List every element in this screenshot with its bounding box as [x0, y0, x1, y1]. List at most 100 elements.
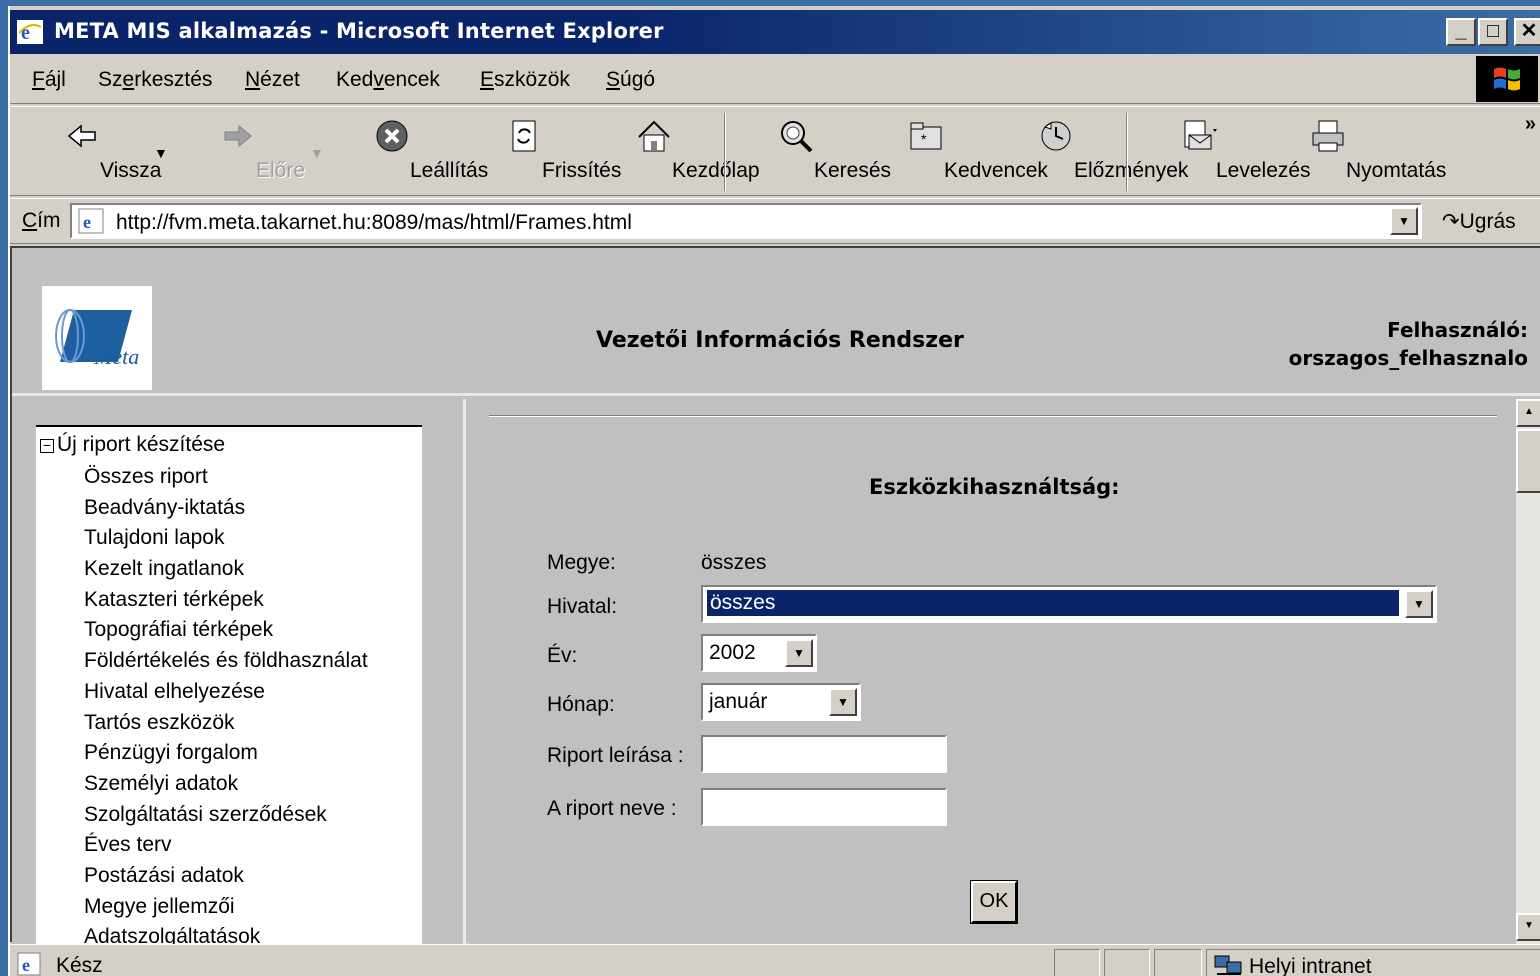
address-bar: Cím e http://fvm.meta.takarnet.hu:8089/m…: [10, 198, 1540, 244]
collapse-icon[interactable]: −: [40, 438, 54, 453]
stop-button[interactable]: Leállítás: [332, 111, 488, 182]
mail-button[interactable]: Levelezés: [1138, 111, 1311, 182]
toolbar-separator: [724, 113, 726, 191]
security-zone: Helyi intranet: [1206, 949, 1540, 976]
back-dropdown-icon[interactable]: ▼: [154, 145, 168, 161]
tree-item[interactable]: Adatszolgáltatások: [84, 923, 368, 945]
stop-icon: [376, 120, 408, 152]
tree-item[interactable]: Megye jellemzői: [84, 893, 368, 924]
address-dropdown-button[interactable]: ▼: [1390, 207, 1418, 235]
ie-page-icon: e: [78, 208, 104, 234]
tree-item[interactable]: Földértékelés és földhasználat: [84, 647, 368, 678]
month-label: Hónap:: [547, 693, 615, 716]
report-description-label: Riport leírása :: [547, 744, 684, 767]
year-dropdown-button[interactable]: ▼: [785, 639, 813, 667]
navigation-frame: − Új riport készítése Összes riport Beadvá…: [12, 399, 466, 945]
standard-toolbar: Vissza ▼ Előre ▼ Leállítás Frissítés Kez…: [10, 106, 1540, 196]
go-arrow-icon: ↷: [1442, 210, 1460, 233]
app-title: Vezetői Információs Rendszer: [596, 328, 964, 353]
favorites-folder-icon: *: [910, 122, 942, 150]
tree-item[interactable]: Személyi adatok: [84, 770, 368, 801]
year-select[interactable]: 2002 ▼: [701, 634, 817, 672]
svg-text:*: *: [921, 131, 927, 147]
tree-item[interactable]: Beadvány-iktatás: [84, 494, 368, 525]
address-input[interactable]: e http://fvm.meta.takarnet.hu:8089/mas/h…: [70, 203, 1422, 239]
status-pane: [1154, 949, 1202, 976]
toolbar-chevron[interactable]: »: [1525, 113, 1536, 136]
page-status-icon: e: [17, 952, 41, 976]
header-frame: Meta Vezetői Információs Rendszer Felhas…: [12, 248, 1540, 396]
search-button[interactable]: Keresés: [736, 111, 891, 182]
back-button[interactable]: Vissza: [22, 111, 161, 182]
report-tree: − Új riport készítése Összes riport Beadvá…: [36, 425, 422, 945]
svg-text:e: e: [22, 955, 30, 975]
report-list: Összes riport Beadvány-iktatás Tulajdoni l…: [84, 463, 368, 945]
tree-item[interactable]: Hivatal elhelyezése: [84, 678, 368, 709]
browser-window: e META MIS alkalmazás - Microsoft Intern…: [8, 6, 1540, 976]
ok-button[interactable]: OK: [970, 880, 1018, 924]
close-button[interactable]: ✕: [1514, 18, 1540, 46]
home-icon: [638, 120, 670, 152]
scroll-down-arrow-icon[interactable]: ▼: [1516, 913, 1540, 941]
status-text: Kész: [56, 954, 103, 976]
menu-file[interactable]: Fájl: [32, 68, 66, 92]
report-name-input[interactable]: [701, 788, 947, 826]
county-value: összes: [701, 551, 767, 574]
menu-help[interactable]: Súgó: [606, 68, 655, 92]
print-button[interactable]: Nyomtatás: [1268, 111, 1446, 182]
scroll-up-arrow-icon[interactable]: ▲: [1516, 399, 1540, 427]
report-description-input[interactable]: [701, 735, 947, 773]
tree-item[interactable]: Pénzügyi forgalom: [84, 739, 368, 770]
toolbar-separator: [1126, 113, 1128, 191]
user-name: orszagos_felhasznalo: [1288, 346, 1528, 370]
refresh-button[interactable]: Frissítés: [464, 111, 621, 182]
month-dropdown-button[interactable]: ▼: [829, 688, 857, 716]
tree-item[interactable]: Szolgáltatási szerződések: [84, 801, 368, 832]
history-button[interactable]: Előzmények: [996, 111, 1188, 182]
status-bar: e Kész Helyi intranet: [10, 944, 1540, 976]
tree-item[interactable]: Tartós eszközök: [84, 709, 368, 740]
svg-text:e: e: [83, 212, 91, 232]
printer-icon: [1312, 120, 1344, 152]
home-button[interactable]: Kezdőlap: [594, 111, 760, 182]
month-select[interactable]: január ▼: [701, 683, 861, 721]
tree-item[interactable]: Tulajdoni lapok: [84, 524, 368, 555]
divider: [489, 415, 1497, 417]
meta-logo: Meta: [42, 286, 152, 390]
office-select[interactable]: összes ▼: [701, 585, 1437, 623]
maximize-button[interactable]: □: [1478, 18, 1508, 46]
vertical-scrollbar[interactable]: ▲ ▼: [1516, 399, 1540, 944]
forward-button[interactable]: Előre: [178, 111, 305, 182]
office-dropdown-button[interactable]: ▼: [1405, 590, 1433, 618]
menu-view[interactable]: Nézet: [245, 68, 300, 92]
go-button[interactable]: ↷Ugrás: [1442, 209, 1516, 234]
page-content: Meta Vezetői Információs Rendszer Felhas…: [10, 246, 1540, 945]
menu-bar: Fájl Szerkesztés Nézet Kedvencek Eszközö…: [10, 56, 1540, 104]
minimize-button[interactable]: _: [1446, 18, 1476, 46]
scroll-thumb[interactable]: [1516, 429, 1540, 493]
tree-root-new-report[interactable]: − Új riport készítése: [40, 433, 225, 457]
forward-dropdown-icon: ▼: [310, 145, 324, 161]
year-label: Év:: [547, 644, 578, 667]
window-title: META MIS alkalmazás - Microsoft Internet…: [54, 19, 664, 43]
status-pane: [1054, 949, 1100, 976]
tree-item[interactable]: Postázási adatok: [84, 862, 368, 893]
menu-tools[interactable]: Eszközök: [480, 68, 570, 92]
favorites-button[interactable]: * Kedvencek: [866, 111, 1048, 182]
menu-favorites[interactable]: Kedvencek: [336, 68, 440, 92]
windows-logo-icon: [1476, 56, 1538, 102]
user-info: Felhasználó: orszagos_felhasznalo: [1288, 318, 1528, 370]
ie-app-icon: e: [17, 20, 43, 44]
tree-item[interactable]: Éves terv: [84, 831, 368, 862]
forward-arrow-icon: [224, 124, 252, 148]
tree-item[interactable]: Összes riport: [84, 463, 368, 494]
report-form-frame: Eszközkihasználtság: Megye: összes Hivat…: [469, 399, 1540, 944]
tree-item[interactable]: Kezelt ingatlanok: [84, 555, 368, 586]
tree-item[interactable]: Topográfiai térképek: [84, 616, 368, 647]
intranet-icon: [1214, 955, 1242, 975]
mail-icon: [1184, 120, 1217, 150]
county-label: Megye:: [547, 551, 616, 574]
office-label: Hivatal:: [547, 595, 618, 618]
tree-item[interactable]: Kataszteri térképek: [84, 586, 368, 617]
menu-edit[interactable]: Szerkesztés: [98, 68, 212, 92]
